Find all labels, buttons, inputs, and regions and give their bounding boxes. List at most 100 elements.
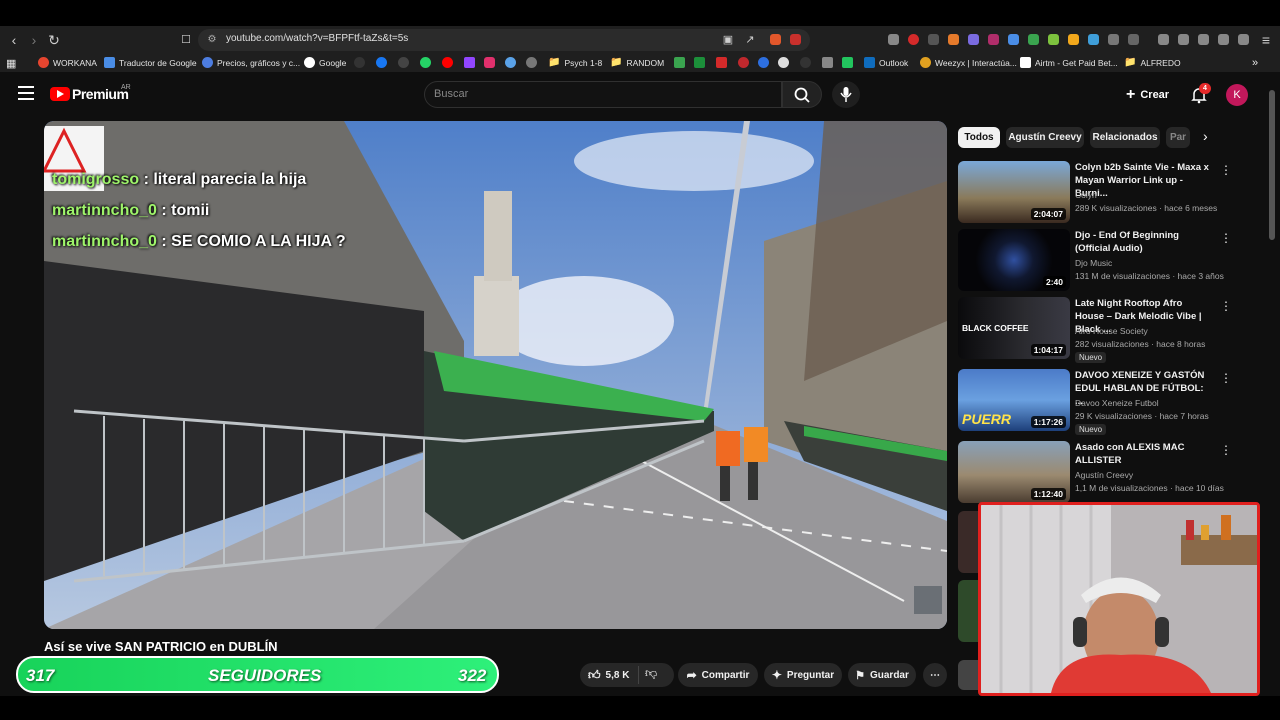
video-thumbnail[interactable] [958, 660, 978, 690]
recommended-item[interactable]: 2:40 Djo - End Of Beginning (Official Au… [958, 229, 1232, 293]
recommended-channel[interactable]: Agustín Creevy [1075, 470, 1133, 480]
search-button[interactable] [782, 81, 822, 108]
bookmark-folder-psych[interactable]: 📁 Psych 1-8 [548, 57, 602, 68]
instagram-icon[interactable] [484, 57, 495, 68]
extensions-puzzle-icon[interactable] [1108, 34, 1119, 45]
extension-icon[interactable] [1128, 34, 1139, 45]
share-page-icon[interactable]: ↗ [740, 30, 760, 50]
bookmark-airtm[interactable]: Airtm - Get Paid Bet... [1020, 57, 1118, 68]
bookmark-folder-alfredo[interactable]: 📁 ALFREDO [1124, 57, 1181, 68]
extension-icon[interactable] [1048, 34, 1059, 45]
avatar[interactable]: K [1226, 84, 1248, 106]
save-button[interactable]: ⚑ Guardar [848, 663, 916, 687]
chip-relacionados[interactable]: Relacionados [1090, 127, 1160, 148]
kebab-menu-icon[interactable]: ⋮ [1220, 231, 1232, 245]
youtube-bm-icon[interactable] [442, 57, 453, 68]
ask-button[interactable]: ✦ Preguntar [764, 663, 842, 687]
extension-icon[interactable] [888, 34, 899, 45]
site-info-icon[interactable]: ⚙ [202, 30, 222, 50]
bookmark-weezyx[interactable]: Weezyx | Interactúa... [920, 57, 1017, 68]
bookmark-icon[interactable] [778, 57, 789, 68]
recommended-channel[interactable]: Colyn [1075, 190, 1097, 200]
twitch-icon[interactable] [464, 57, 475, 68]
like-button[interactable]: 👍︎ 5,8 K [580, 663, 674, 687]
bookmark-folder-random[interactable]: 📁 RANDOM [610, 57, 664, 68]
share-button[interactable]: ➦ Compartir [678, 663, 758, 687]
more-bookmarks-icon[interactable]: » [1252, 57, 1258, 69]
extension-icon[interactable] [948, 34, 959, 45]
bookmark-icon[interactable] [526, 57, 537, 68]
chip-agustin-creevy[interactable]: Agustín Creevy [1006, 127, 1084, 148]
forward-icon[interactable]: › [24, 30, 44, 50]
wallet-icon[interactable] [1198, 34, 1209, 45]
bookmark-icon[interactable] [738, 57, 749, 68]
extension-icon[interactable] [908, 34, 919, 45]
back-icon[interactable]: ‹ [4, 30, 24, 50]
video-player[interactable]: tomigrosso : literal parecia la hija mar… [44, 121, 947, 629]
video-thumbnail[interactable]: 1:12:40 [958, 441, 1070, 503]
video-thumbnail[interactable]: 2:04:07 [958, 161, 1070, 223]
whatsapp-icon[interactable] [420, 57, 431, 68]
vpn-icon[interactable] [1238, 34, 1249, 45]
extension-icon[interactable] [1008, 34, 1019, 45]
extension-icon[interactable] [928, 34, 939, 45]
bookmark-google[interactable]: Google [304, 57, 346, 68]
recommended-channel[interactable]: Afro House Society [1075, 326, 1148, 336]
bookmark-precios[interactable]: Precios, gráficos y c... [202, 57, 300, 68]
kebab-menu-icon[interactable]: ⋮ [1220, 299, 1232, 313]
bookmark-icon[interactable] [842, 57, 853, 68]
recommended-item[interactable]: 1:12:40 Asado con ALEXIS MAC ALLISTER Ag… [958, 441, 1232, 505]
bookmark-icon[interactable] [694, 57, 705, 68]
youtube-logo-icon[interactable] [50, 87, 70, 101]
bookmark-icon[interactable] [716, 57, 727, 68]
brave-rewards-icon[interactable] [790, 34, 801, 45]
brave-shield-icon[interactable] [770, 34, 781, 45]
tiktok-icon[interactable] [354, 57, 365, 68]
kebab-menu-icon[interactable]: ⋮ [1220, 443, 1232, 457]
video-thumbnail[interactable]: PUERR 1:17:26 [958, 369, 1070, 431]
chevron-right-icon[interactable]: › [1203, 128, 1208, 144]
more-actions-button[interactable]: ⋯ [923, 663, 947, 687]
extension-icon[interactable] [1068, 34, 1079, 45]
bookmark-icon[interactable] [822, 57, 833, 68]
recommended-title[interactable]: Djo - End Of Beginning (Official Audio) [1075, 229, 1210, 255]
video-thumbnail[interactable]: BLACK COFFEE 1:04:17 [958, 297, 1070, 359]
bookmark-outlook[interactable]: Outlook [864, 57, 908, 68]
video-thumbnail[interactable] [958, 511, 978, 573]
kebab-menu-icon[interactable]: ⋮ [1220, 163, 1232, 177]
bookmark-workana[interactable]: WORKANA [38, 57, 97, 68]
sidebar-icon[interactable] [1178, 34, 1189, 45]
menu-icon[interactable]: ≡ [1256, 30, 1276, 50]
apps-icon[interactable]: ▦ [6, 57, 16, 70]
bookmark-icon[interactable] [674, 57, 685, 68]
extension-icon[interactable] [968, 34, 979, 45]
chip-partial[interactable]: Par [1166, 127, 1190, 148]
bookmark-icon[interactable] [758, 57, 769, 68]
facebook-icon[interactable] [376, 57, 387, 68]
video-thumbnail[interactable] [958, 580, 978, 642]
recommended-item[interactable]: BLACK COFFEE 1:04:17 Late Night Rooftop … [958, 297, 1232, 363]
recommended-title[interactable]: Asado con ALEXIS MAC ALLISTER [1075, 441, 1210, 467]
extension-icon[interactable] [1028, 34, 1039, 45]
x-icon[interactable] [398, 57, 409, 68]
media-icon[interactable] [1158, 34, 1169, 45]
leo-icon[interactable] [1218, 34, 1229, 45]
create-button[interactable]: + Crear [1126, 86, 1169, 104]
bookmark-icon[interactable] [505, 57, 516, 68]
video-thumbnail[interactable]: 2:40 [958, 229, 1070, 291]
cast-icon[interactable]: ▣ [718, 30, 738, 50]
kebab-menu-icon[interactable]: ⋮ [1220, 371, 1232, 385]
bookmark-translate[interactable]: Traductor de Google [104, 57, 197, 68]
bookmark-icon[interactable]: ☐ [176, 30, 196, 50]
recommended-channel[interactable]: Djo Music [1075, 258, 1112, 268]
bookmark-icon[interactable] [800, 57, 811, 68]
youtube-premium-logo-text[interactable]: Premium [72, 86, 129, 102]
search-input[interactable] [424, 81, 782, 108]
extension-icon[interactable] [988, 34, 999, 45]
extension-icon[interactable] [1088, 34, 1099, 45]
recommended-item[interactable]: 2:04:07 Colyn b2b Sainte Vie - Maxa x Ma… [958, 161, 1232, 225]
chip-todos[interactable]: Todos [958, 127, 1000, 148]
recommended-channel[interactable]: Davoo Xeneize Futbol [1075, 398, 1159, 408]
voice-search-button[interactable] [832, 81, 860, 108]
scrollbar-thumb[interactable] [1269, 90, 1275, 240]
